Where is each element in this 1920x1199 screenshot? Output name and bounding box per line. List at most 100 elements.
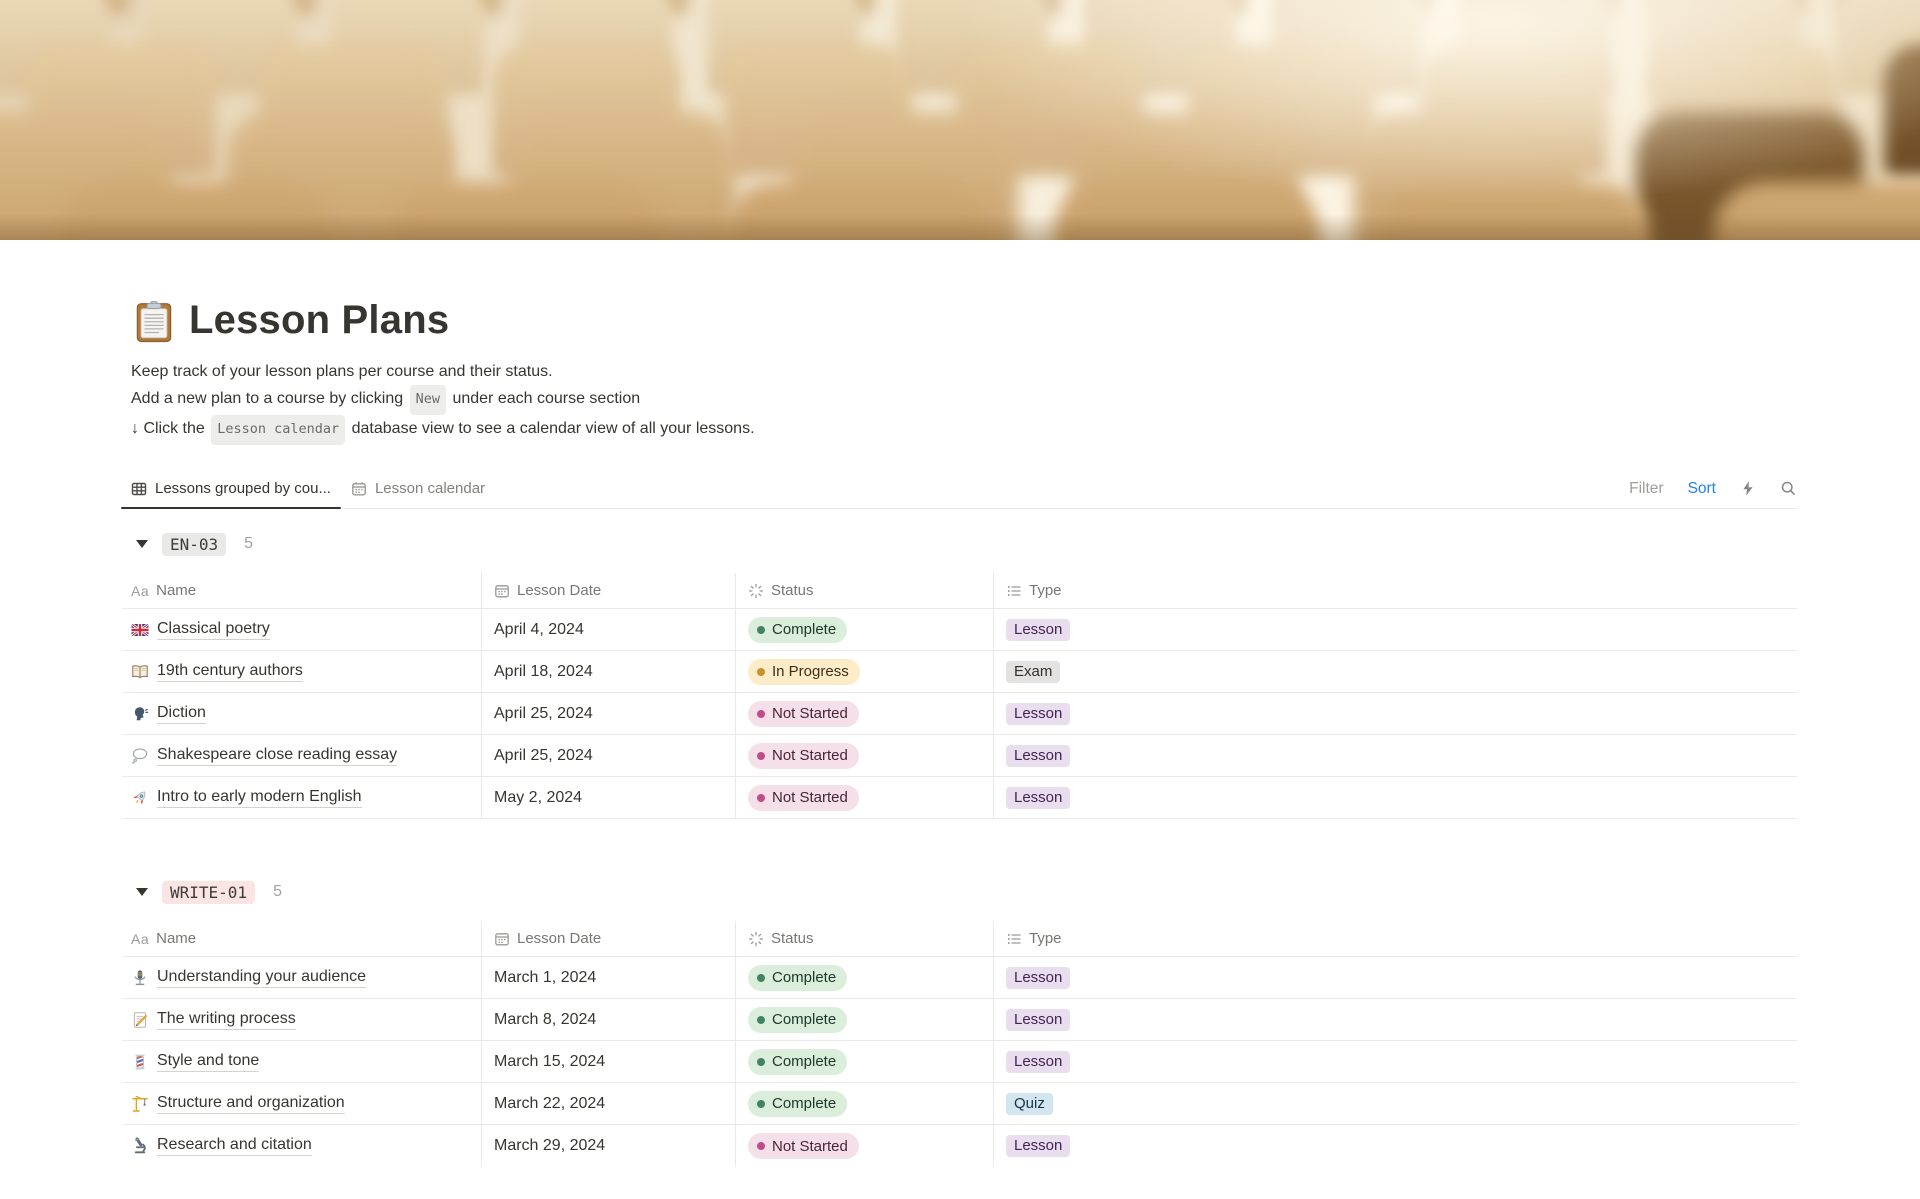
name-cell[interactable]: 19th century authors xyxy=(122,651,482,692)
status-badge[interactable]: Not Started xyxy=(748,742,859,769)
type-cell[interactable]: Lesson xyxy=(994,1041,1797,1082)
status-cell[interactable]: In Progress xyxy=(736,651,994,692)
lightning-icon[interactable] xyxy=(1740,480,1756,497)
date-cell[interactable]: March 15, 2024 xyxy=(482,1041,736,1082)
type-badge[interactable]: Lesson xyxy=(1006,1050,1071,1073)
table-row: Research and citation March 29, 2024 Not… xyxy=(122,1125,1797,1167)
status-cell[interactable]: Not Started xyxy=(736,693,994,734)
status-badge[interactable]: Complete xyxy=(748,1048,848,1075)
table-row: Shakespeare close reading essay April 25… xyxy=(122,735,1797,777)
lesson-name-link[interactable]: Intro to early modern English xyxy=(157,788,362,808)
collapse-toggle-icon[interactable] xyxy=(136,888,148,896)
column-header-lesson-date[interactable]: Lesson Date xyxy=(482,921,736,956)
seat-row xyxy=(0,0,1920,94)
date-cell[interactable]: April 4, 2024 xyxy=(482,609,736,650)
status-cell[interactable]: Complete xyxy=(736,1083,994,1124)
lesson-name-link[interactable]: Structure and organization xyxy=(157,1094,345,1114)
name-cell[interactable]: Diction xyxy=(122,693,482,734)
type-cell[interactable]: Lesson xyxy=(994,999,1797,1040)
type-badge[interactable]: Lesson xyxy=(1006,618,1071,641)
lesson-name-link[interactable]: Classical poetry xyxy=(157,620,270,640)
group-name-chip[interactable]: WRITE-01 xyxy=(162,880,256,904)
new-button-chip: New xyxy=(409,385,446,415)
type-badge[interactable]: Lesson xyxy=(1006,702,1071,725)
table-row: Style and tone March 15, 2024 Complete L… xyxy=(122,1041,1797,1083)
name-cell[interactable]: Classical poetry xyxy=(122,609,482,650)
name-cell[interactable]: Style and tone xyxy=(122,1041,482,1082)
view-tab-bar: Lessons grouped by cou... Lesson calenda… xyxy=(121,469,1797,509)
group-header[interactable]: WRITE-01 5 xyxy=(131,877,1797,907)
status-badge[interactable]: Complete xyxy=(748,964,848,991)
type-cell[interactable]: Lesson xyxy=(994,693,1797,734)
column-header-status[interactable]: Status xyxy=(736,573,994,608)
column-header-type[interactable]: Type xyxy=(994,921,1797,956)
column-header-name[interactable]: Aa Name xyxy=(122,921,482,956)
date-cell[interactable]: March 8, 2024 xyxy=(482,999,736,1040)
status-badge[interactable]: Not Started xyxy=(748,1133,859,1159)
status-cell[interactable]: Not Started xyxy=(736,735,994,776)
status-badge[interactable]: Complete xyxy=(748,1090,848,1117)
status-cell[interactable]: Complete xyxy=(736,999,994,1040)
name-cell[interactable]: Intro to early modern English xyxy=(122,777,482,818)
type-cell[interactable]: Lesson xyxy=(994,609,1797,650)
type-cell[interactable]: Lesson xyxy=(994,957,1797,998)
type-badge[interactable]: Lesson xyxy=(1006,786,1071,809)
date-cell[interactable]: March 22, 2024 xyxy=(482,1083,736,1124)
column-header-type[interactable]: Type xyxy=(994,573,1797,608)
name-cell[interactable]: The writing process xyxy=(122,999,482,1040)
lesson-name-link[interactable]: The writing process xyxy=(157,1010,296,1030)
status-cell[interactable]: Not Started xyxy=(736,777,994,818)
type-cell[interactable]: Lesson xyxy=(994,735,1797,776)
status-cell[interactable]: Complete xyxy=(736,957,994,998)
date-cell[interactable]: April 18, 2024 xyxy=(482,651,736,692)
tab-lessons-grouped-by-course[interactable]: Lessons grouped by cou... xyxy=(121,469,341,509)
tab-label: Lesson calendar xyxy=(374,480,486,497)
status-badge[interactable]: In Progress xyxy=(748,658,860,685)
status-badge[interactable]: Not Started xyxy=(748,700,859,727)
status-cell[interactable]: Not Started xyxy=(736,1125,994,1167)
type-cell[interactable]: Lesson xyxy=(994,1125,1797,1167)
name-cell[interactable]: Shakespeare close reading essay xyxy=(122,735,482,776)
date-cell[interactable]: April 25, 2024 xyxy=(482,693,736,734)
rocket-icon xyxy=(131,789,149,807)
collapse-toggle-icon[interactable] xyxy=(136,540,148,548)
type-badge[interactable]: Lesson xyxy=(1006,1135,1071,1157)
course-group-write-01: WRITE-01 5 Aa Name Lesson Date Status Ty… xyxy=(122,877,1797,1167)
column-header-name[interactable]: Aa Name xyxy=(122,573,482,608)
lesson-name-link[interactable]: Research and citation xyxy=(157,1136,312,1156)
lesson-name-link[interactable]: Understanding your audience xyxy=(157,968,367,988)
status-cell[interactable]: Complete xyxy=(736,609,994,650)
name-cell[interactable]: Research and citation xyxy=(122,1125,482,1167)
status-badge[interactable]: Not Started xyxy=(748,784,859,811)
type-badge[interactable]: Exam xyxy=(1006,660,1061,683)
tab-lesson-calendar[interactable]: Lesson calendar xyxy=(341,469,495,508)
date-cell[interactable]: May 2, 2024 xyxy=(482,777,736,818)
column-header-status[interactable]: Status xyxy=(736,921,994,956)
sort-button[interactable]: Sort xyxy=(1688,480,1716,498)
type-cell[interactable]: Exam xyxy=(994,651,1797,692)
type-badge[interactable]: Lesson xyxy=(1006,744,1071,767)
filter-button[interactable]: Filter xyxy=(1629,480,1663,498)
date-cell[interactable]: April 25, 2024 xyxy=(482,735,736,776)
type-badge[interactable]: Lesson xyxy=(1006,966,1071,989)
lesson-name-link[interactable]: 19th century authors xyxy=(157,662,303,682)
search-icon[interactable] xyxy=(1780,480,1797,497)
group-header[interactable]: EN-03 5 xyxy=(131,529,1797,559)
group-name-chip[interactable]: EN-03 xyxy=(162,532,227,556)
name-cell[interactable]: Understanding your audience xyxy=(122,957,482,998)
page-description: Keep track of your lesson plans per cour… xyxy=(131,358,1797,445)
lesson-name-link[interactable]: Style and tone xyxy=(157,1052,260,1072)
type-badge[interactable]: Lesson xyxy=(1006,1008,1071,1031)
date-cell[interactable]: March 29, 2024 xyxy=(482,1125,736,1167)
type-cell[interactable]: Quiz xyxy=(994,1083,1797,1124)
lesson-name-link[interactable]: Diction xyxy=(157,704,206,724)
date-cell[interactable]: March 1, 2024 xyxy=(482,957,736,998)
status-cell[interactable]: Complete xyxy=(736,1041,994,1082)
type-badge[interactable]: Quiz xyxy=(1006,1092,1053,1115)
status-badge[interactable]: Complete xyxy=(748,1006,848,1033)
column-header-lesson-date[interactable]: Lesson Date xyxy=(482,573,736,608)
type-cell[interactable]: Lesson xyxy=(994,777,1797,818)
name-cell[interactable]: Structure and organization xyxy=(122,1083,482,1124)
lesson-name-link[interactable]: Shakespeare close reading essay xyxy=(157,746,398,766)
status-badge[interactable]: Complete xyxy=(748,616,848,643)
